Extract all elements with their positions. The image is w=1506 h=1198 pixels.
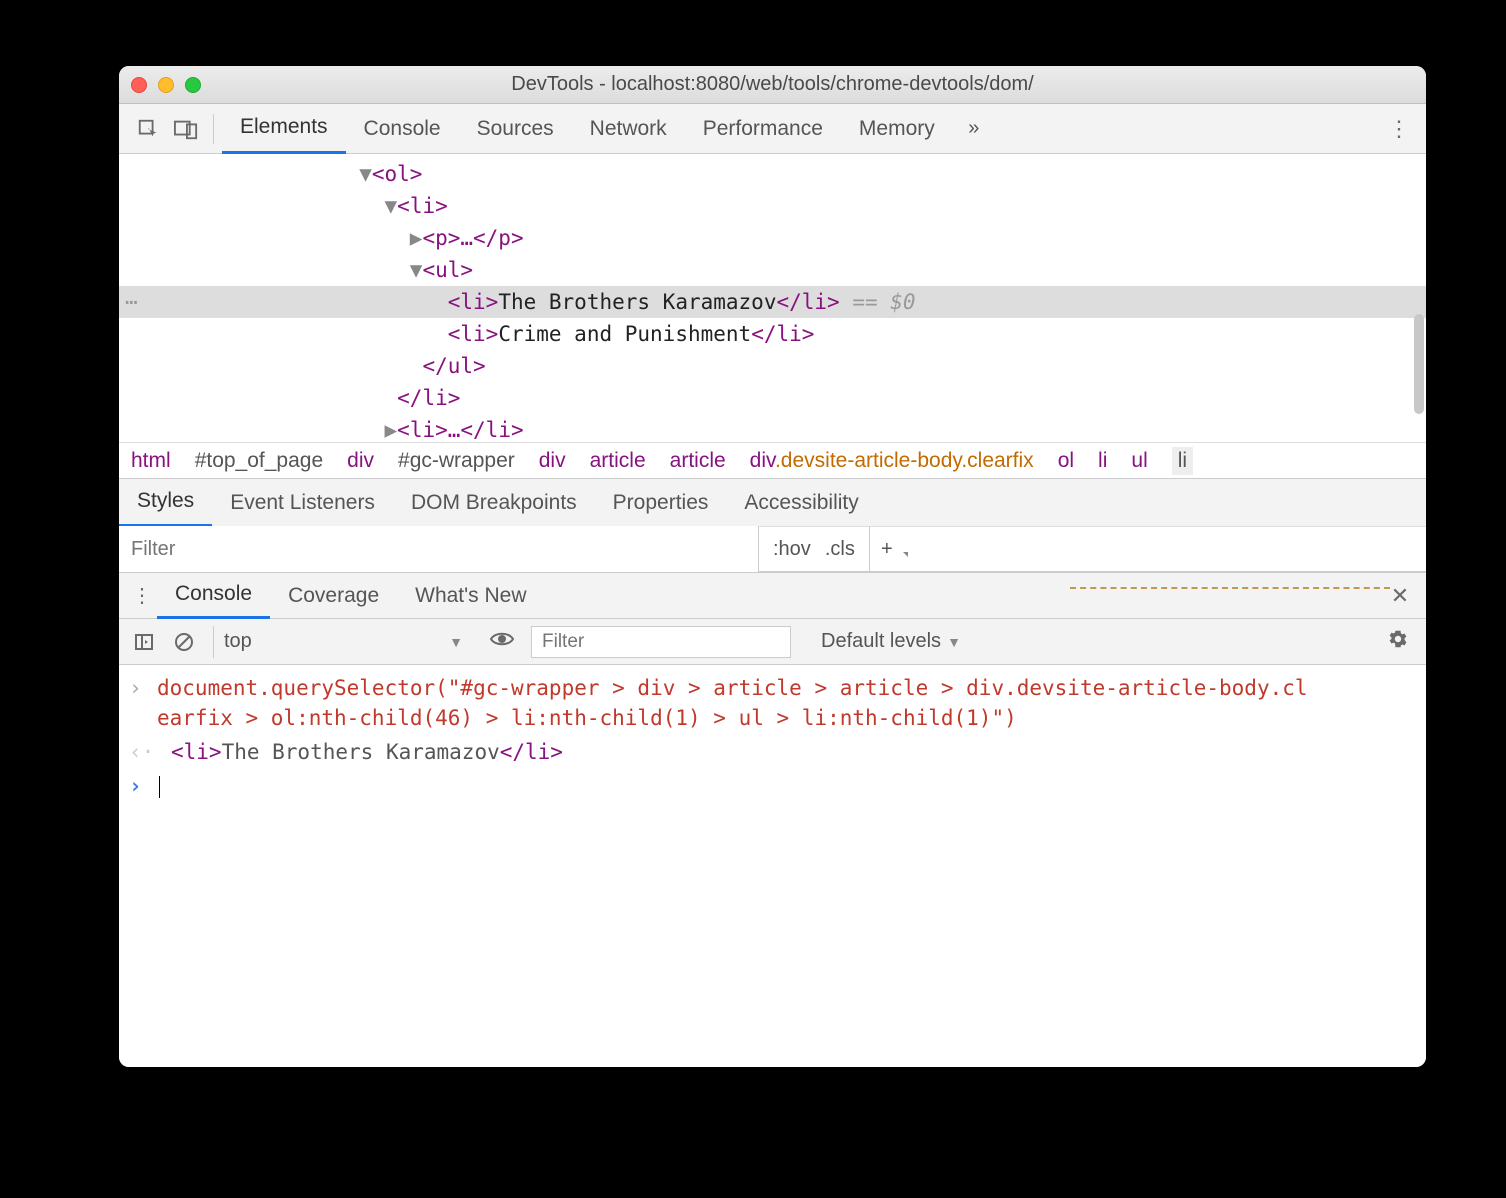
main-toolbar: Elements Console Sources Network Perform… bbox=[119, 104, 1426, 154]
drawer: ⋮ Console Coverage What's New ✕ top ▼ De… bbox=[119, 572, 1426, 1067]
main-menu-icon[interactable]: ⋮ bbox=[1382, 116, 1416, 142]
drawer-tab-whatsnew[interactable]: What's New bbox=[397, 573, 544, 619]
tree-row[interactable]: ▼<ol> bbox=[119, 158, 1426, 190]
console-settings-icon[interactable] bbox=[1380, 628, 1416, 656]
add-rule-button[interactable]: + bbox=[870, 538, 910, 561]
tabs-overflow-icon[interactable]: » bbox=[957, 117, 991, 140]
tab-performance[interactable]: Performance bbox=[685, 104, 841, 154]
tree-row-selected[interactable]: ⋯ <li>The Brothers Karamazov</li> == $0 bbox=[119, 286, 1426, 318]
breadcrumb-item[interactable]: div bbox=[347, 449, 374, 473]
inspect-icon[interactable] bbox=[129, 110, 167, 148]
styles-tab-dombreakpoints[interactable]: DOM Breakpoints bbox=[393, 479, 595, 527]
console-prompt[interactable] bbox=[157, 771, 160, 801]
breadcrumb-item[interactable]: div bbox=[539, 449, 566, 473]
elements-tree[interactable]: ▼<ol> ▼<li> ▶<p>…</p> ▼<ul> ⋯ <li>The Br… bbox=[119, 154, 1426, 442]
breadcrumb: html #top_of_page div #gc-wrapper div ar… bbox=[119, 442, 1426, 478]
styles-tab-properties[interactable]: Properties bbox=[595, 479, 727, 527]
drawer-tab-console[interactable]: Console bbox=[157, 573, 270, 619]
chevron-right-icon: › bbox=[129, 771, 147, 801]
tree-row[interactable]: </li> bbox=[119, 382, 1426, 414]
drawer-tabs: ⋮ Console Coverage What's New ✕ bbox=[119, 573, 1426, 619]
breadcrumb-item[interactable]: html bbox=[131, 449, 171, 473]
live-expression-icon[interactable] bbox=[483, 630, 521, 654]
styles-tabs: Styles Event Listeners DOM Breakpoints P… bbox=[119, 478, 1426, 526]
context-selector[interactable]: top ▼ bbox=[213, 626, 473, 658]
tree-row[interactable]: ▼<li> bbox=[119, 190, 1426, 222]
context-label: top bbox=[224, 630, 252, 653]
breadcrumb-item[interactable]: ul bbox=[1131, 449, 1147, 473]
tab-network[interactable]: Network bbox=[572, 104, 685, 154]
devtools-window: DevTools - localhost:8080/web/tools/chro… bbox=[119, 66, 1426, 1067]
breadcrumb-item[interactable]: li bbox=[1098, 449, 1107, 473]
tab-elements[interactable]: Elements bbox=[222, 104, 346, 154]
breadcrumb-item[interactable]: ol bbox=[1058, 449, 1074, 473]
console-filter-input[interactable] bbox=[531, 626, 791, 658]
breadcrumb-item[interactable]: article bbox=[670, 449, 726, 473]
breadcrumb-item[interactable]: article bbox=[590, 449, 646, 473]
window-title: DevTools - localhost:8080/web/tools/chro… bbox=[119, 73, 1426, 96]
tab-console[interactable]: Console bbox=[346, 104, 459, 154]
breadcrumb-item[interactable]: div.devsite-article-body.clearfix bbox=[750, 449, 1034, 473]
console-output[interactable]: <li>The Brothers Karamazov</li> bbox=[157, 737, 563, 767]
tab-sources[interactable]: Sources bbox=[459, 104, 572, 154]
styles-tab-eventlisteners[interactable]: Event Listeners bbox=[212, 479, 393, 527]
hov-button[interactable]: :hov bbox=[773, 538, 811, 561]
cls-button[interactable]: .cls bbox=[825, 538, 855, 561]
levels-label: Default levels bbox=[821, 630, 941, 653]
tree-row[interactable]: </ul> bbox=[119, 350, 1426, 382]
styles-tab-accessibility[interactable]: Accessibility bbox=[726, 479, 876, 527]
titlebar: DevTools - localhost:8080/web/tools/chro… bbox=[119, 66, 1426, 104]
tab-memory[interactable]: Memory bbox=[841, 104, 953, 154]
console-command: document.querySelector("#gc-wrapper > di… bbox=[157, 673, 1317, 733]
drawer-tab-coverage[interactable]: Coverage bbox=[270, 573, 397, 619]
tree-row[interactable]: ▼<ul> bbox=[119, 254, 1426, 286]
drawer-menu-icon[interactable]: ⋮ bbox=[127, 583, 157, 608]
console-output-row: ‹· <li>The Brothers Karamazov</li> bbox=[129, 735, 1416, 769]
console-input-row: › document.querySelector("#gc-wrapper > … bbox=[129, 671, 1416, 735]
scrollbar[interactable] bbox=[1414, 314, 1424, 414]
chevron-right-icon: › bbox=[129, 673, 147, 703]
clear-console-icon[interactable] bbox=[169, 627, 199, 657]
console-toolbar: top ▼ Default levels ▼ bbox=[119, 619, 1426, 665]
log-levels-selector[interactable]: Default levels ▼ bbox=[821, 630, 961, 653]
hov-cls-buttons: :hov .cls bbox=[759, 526, 870, 572]
selected-indicator-icon: ⋯ bbox=[125, 286, 138, 318]
breadcrumb-item[interactable]: #top_of_page bbox=[195, 449, 323, 473]
chevron-down-icon: ▼ bbox=[947, 634, 961, 650]
console-prompt-row[interactable]: › bbox=[129, 769, 1416, 803]
breadcrumb-item[interactable]: #gc-wrapper bbox=[398, 449, 515, 473]
breadcrumb-item-selected[interactable]: li bbox=[1172, 447, 1193, 475]
styles-tab-styles[interactable]: Styles bbox=[119, 479, 212, 527]
chevron-left-icon: ‹· bbox=[129, 737, 147, 767]
tree-row[interactable]: ▶<li>…</li> bbox=[119, 414, 1426, 442]
styles-filter-input[interactable] bbox=[119, 526, 759, 572]
tree-row[interactable]: <li>Crime and Punishment</li> bbox=[119, 318, 1426, 350]
console-sidebar-toggle-icon[interactable] bbox=[129, 627, 159, 657]
console-body[interactable]: › document.querySelector("#gc-wrapper > … bbox=[119, 665, 1426, 1067]
styles-filter-bar: :hov .cls + bbox=[119, 526, 1426, 572]
device-toggle-icon[interactable] bbox=[167, 110, 205, 148]
tree-row[interactable]: ▶<p>…</p> bbox=[119, 222, 1426, 254]
divider bbox=[213, 114, 214, 144]
chevron-down-icon: ▼ bbox=[449, 634, 463, 650]
